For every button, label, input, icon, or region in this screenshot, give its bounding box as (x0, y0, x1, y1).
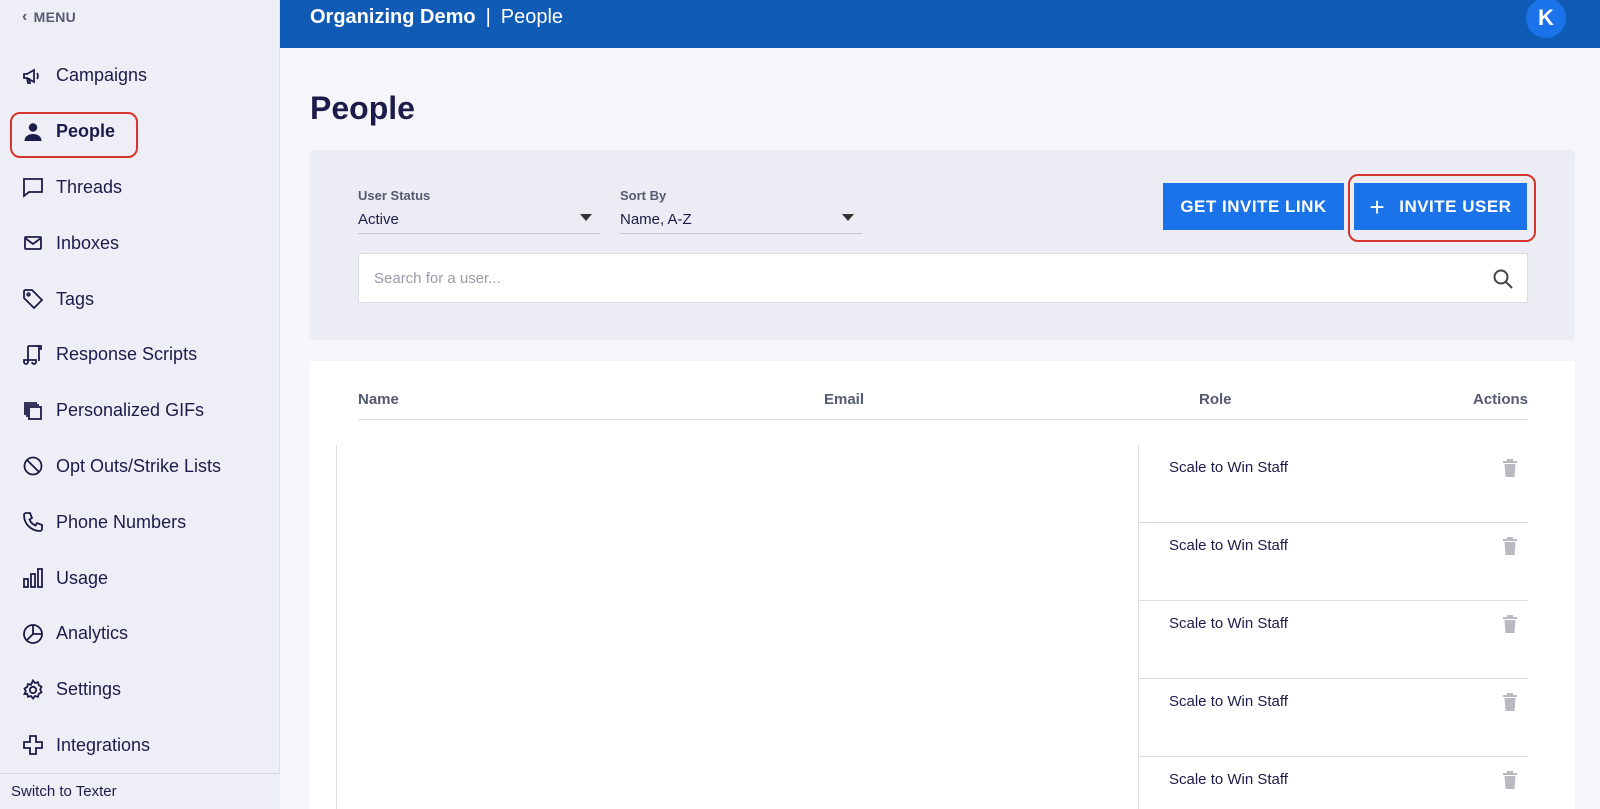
script-icon (20, 342, 46, 368)
sidebar-item-label: Usage (56, 567, 109, 588)
sidebar-item-response-scripts[interactable]: Response Scripts (0, 327, 280, 383)
header-separator: | (485, 6, 491, 28)
pie-chart-icon (20, 621, 46, 647)
table-row: Scale to Win Staff (1139, 679, 1528, 757)
sidebar-item-label: Personalized GIFs (56, 400, 205, 421)
header-title: Organizing Demo | People (310, 6, 563, 29)
role-cell: Scale to Win Staff (1169, 693, 1288, 710)
trash-icon[interactable] (1502, 459, 1518, 477)
get-invite-link-button[interactable]: GET INVITE LINK (1163, 183, 1344, 230)
sidebar-item-personalized-gifs[interactable]: Personalized GIFs (0, 383, 280, 439)
puzzle-icon (20, 732, 46, 758)
sort-by-value: Name, A-Z (620, 211, 692, 228)
role-cell: Scale to Win Staff (1169, 459, 1288, 476)
table-row: Scale to Win Staff (1139, 445, 1528, 523)
sidebar-item-label: Inboxes (56, 232, 120, 253)
switch-to-texter-link[interactable]: Switch to Texter (0, 773, 280, 809)
sort-by-label: Sort By (620, 188, 667, 203)
menu-label: MENU (33, 9, 77, 25)
avatar[interactable]: K (1526, 0, 1566, 38)
role-cell: Scale to Win Staff (1169, 537, 1288, 554)
sidebar-item-label: Threads (56, 176, 123, 197)
sidebar-item-analytics[interactable]: Analytics (0, 606, 280, 662)
sidebar-item-label: Settings (56, 679, 122, 700)
tag-icon (20, 286, 46, 312)
copy-icon (20, 398, 46, 424)
sidebar-item-settings[interactable]: Settings (0, 662, 280, 718)
role-cell: Scale to Win Staff (1169, 771, 1288, 788)
search-input[interactable] (374, 269, 1474, 287)
sidebar-item-tags[interactable]: Tags (0, 271, 280, 327)
sidebar: ‹ MENU Campaigns People Threads Inboxes … (0, 0, 280, 809)
sidebar-item-opt-outs[interactable]: Opt Outs/Strike Lists (0, 439, 280, 495)
org-name: Organizing Demo (310, 6, 476, 28)
bar-chart-icon (20, 565, 46, 591)
envelope-icon (20, 230, 46, 256)
role-cell: Scale to Win Staff (1169, 615, 1288, 632)
invite-user-label: INVITE USER (1399, 196, 1512, 216)
table-divider (336, 445, 337, 809)
column-header-name[interactable]: Name (358, 391, 399, 408)
top-bar: Organizing Demo | People K (280, 0, 1600, 48)
sidebar-item-label: Phone Numbers (56, 511, 187, 532)
people-table: Name Email Role Actions Scale to Win Sta… (310, 361, 1575, 809)
sidebar-item-label: Opt Outs/Strike Lists (56, 455, 222, 476)
sidebar-item-label: Analytics (56, 623, 129, 644)
trash-icon[interactable] (1502, 537, 1518, 555)
table-row: Scale to Win Staff (1139, 757, 1528, 809)
sidebar-item-label: Campaigns (56, 65, 148, 86)
filter-panel: User Status Active Sort By Name, A-Z GET… (310, 150, 1575, 340)
sidebar-nav: Campaigns People Threads Inboxes Tags Re… (0, 48, 280, 773)
trash-icon[interactable] (1502, 693, 1518, 711)
invite-user-button[interactable]: + INVITE USER (1354, 183, 1527, 230)
sidebar-item-integrations[interactable]: Integrations (0, 718, 280, 774)
user-status-select[interactable]: User Status Active (358, 188, 600, 234)
column-header-email[interactable]: Email (824, 391, 864, 408)
block-icon (20, 453, 46, 479)
sidebar-item-label: Response Scripts (56, 344, 198, 365)
header-section: People (500, 6, 564, 28)
chevron-left-icon: ‹ (22, 8, 28, 25)
menu-collapse-button[interactable]: ‹ MENU (22, 8, 76, 26)
sidebar-item-label: Integrations (56, 734, 151, 755)
phone-icon (20, 509, 46, 535)
megaphone-icon (20, 63, 46, 89)
column-header-actions: Actions (1472, 391, 1528, 408)
trash-icon[interactable] (1502, 615, 1518, 633)
sort-by-select[interactable]: Sort By Name, A-Z (620, 188, 862, 234)
table-header: Name Email Role Actions (358, 388, 1528, 420)
plus-icon: + (1369, 191, 1386, 222)
sidebar-item-label: Tags (56, 288, 95, 309)
role-column: Scale to Win Staff Scale to Win Staff Sc… (1138, 445, 1528, 809)
sidebar-item-inboxes[interactable]: Inboxes (0, 215, 280, 271)
sidebar-item-threads[interactable]: Threads (0, 160, 280, 216)
page-title: People (310, 90, 415, 126)
trash-icon[interactable] (1502, 771, 1518, 789)
search-field[interactable] (358, 253, 1528, 303)
dropdown-arrow-icon (842, 214, 854, 221)
column-header-role[interactable]: Role (1199, 391, 1232, 408)
sidebar-item-usage[interactable]: Usage (0, 550, 280, 606)
user-status-value: Active (358, 211, 399, 228)
user-status-label: User Status (358, 188, 431, 203)
table-row: Scale to Win Staff (1139, 601, 1528, 679)
search-icon[interactable] (1491, 267, 1515, 291)
sidebar-item-phone-numbers[interactable]: Phone Numbers (0, 494, 280, 550)
table-row: Scale to Win Staff (1139, 523, 1528, 601)
sidebar-item-campaigns[interactable]: Campaigns (0, 48, 280, 104)
gear-icon (20, 677, 46, 703)
sidebar-item-people[interactable]: People (0, 104, 280, 160)
annotation-highlight (10, 111, 138, 158)
dropdown-arrow-icon (580, 214, 592, 221)
chat-bubble-icon (20, 174, 46, 200)
